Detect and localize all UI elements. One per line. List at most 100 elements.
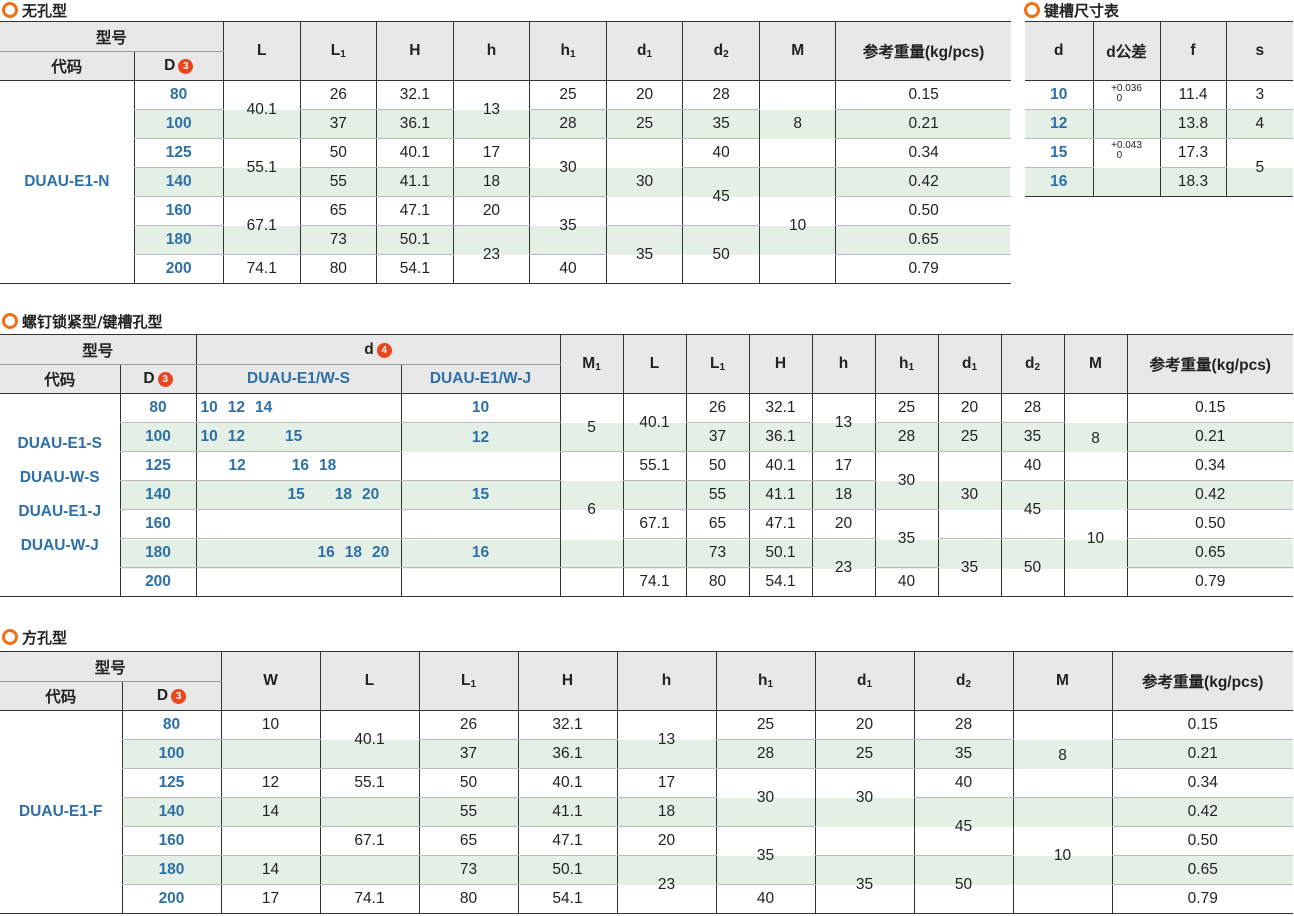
d2-value: 45 [913, 797, 1014, 856]
wj-empty [400, 567, 561, 597]
col-d1: d1 [814, 651, 915, 711]
d2-value: 50 [1000, 538, 1065, 597]
l1-value: 50 [418, 768, 519, 798]
col-d2: d2 [682, 21, 760, 81]
col-model: 型号 [0, 21, 224, 52]
d-value: 80 [121, 710, 222, 740]
h-big-value: 32.1 [517, 710, 618, 740]
weight-value: 0.34 [1111, 768, 1294, 798]
m-value: 8 [1063, 393, 1128, 481]
w-value: 14 [220, 797, 321, 827]
h1-value: 40 [874, 567, 939, 597]
l1-value: 65 [299, 196, 377, 226]
d-value: 200 [133, 254, 224, 284]
d1-value: 35 [606, 225, 683, 284]
d-value: 125 [133, 138, 224, 168]
l1-value: 65 [418, 826, 519, 856]
weight-value: 0.65 [1111, 855, 1294, 885]
h-big-value: 32.1 [375, 80, 454, 110]
m-value: 10 [759, 167, 836, 284]
col-code: 代码 [0, 681, 122, 711]
weight-value: 0.79 [1126, 567, 1294, 597]
h1-value: 28 [528, 109, 607, 139]
code-cell-group: DUAU-E1-S DUAU-W-S DUAU-E1-J DUAU-W-J [0, 393, 120, 597]
d1-value: 20 [606, 80, 683, 110]
d1-value: 30 [814, 768, 915, 856]
h-big-value: 47.1 [517, 826, 618, 856]
circle-bullet-icon [1024, 2, 1040, 18]
l1-value: 55 [418, 797, 519, 827]
keyslot-table: d d公差 f s 10 +0.036 0 11.4 3 12 13.8 4 1… [1025, 21, 1293, 197]
col-L1: L1 [299, 21, 377, 81]
h-value: 17 [811, 451, 876, 481]
w-value: 17 [220, 884, 321, 914]
h-big-value: 41.1 [375, 167, 454, 197]
weight-value: 0.50 [1126, 509, 1294, 539]
col-key-d: d [1025, 21, 1093, 81]
l1-value: 50 [685, 451, 750, 481]
key-tol-empty [1092, 109, 1160, 139]
col-weight: 参考重量(kg/pcs) [1126, 334, 1294, 394]
weight-value: 0.79 [1111, 884, 1294, 914]
h1-value: 25 [874, 393, 939, 423]
h1-value: 35 [715, 826, 816, 885]
d-value: 100 [121, 739, 222, 769]
col-h: h [811, 334, 876, 394]
col-L1: L1 [685, 334, 750, 394]
d-value: 80 [133, 80, 224, 110]
l-empty [622, 538, 687, 568]
col-L: L [622, 334, 687, 394]
d2-value: 45 [1000, 480, 1065, 539]
code-cell: DUAU-E1-F [0, 710, 122, 914]
col-d1: d1 [606, 21, 683, 81]
col-d2: d2 [913, 651, 1014, 711]
key-f-value: 13.8 [1159, 109, 1226, 139]
weight-value: 0.21 [1111, 739, 1294, 769]
screw-lock-table: 型号 d4 M1 L L1 H h h1 d1 d2 M 参考重量(kg/pcs… [0, 334, 1294, 597]
col-h: h [452, 21, 530, 81]
m-value: 8 [759, 80, 836, 168]
l1-value: 73 [685, 538, 750, 568]
d2-value: 28 [913, 710, 1014, 740]
l-value: 67.1 [222, 196, 301, 255]
col-wj: DUAU-E1/W-J [400, 364, 561, 394]
l-value: 40.1 [319, 710, 420, 769]
h1-value: 25 [528, 80, 607, 110]
code-cell: DUAU-E1-N [0, 80, 135, 284]
h-value: 17 [616, 768, 717, 798]
h-big-value: 32.1 [748, 393, 813, 423]
h-value: 17 [452, 138, 530, 168]
col-ws: DUAU-E1/W-S [195, 364, 402, 394]
key-d-value: 15 [1025, 138, 1093, 168]
d1-value: 35 [937, 538, 1002, 597]
h1-value: 30 [715, 768, 816, 827]
h1-value: 35 [528, 196, 607, 255]
key-s-value: 3 [1225, 80, 1293, 110]
key-s-value: 4 [1225, 109, 1293, 139]
code-label: DUAU-E1-S [17, 435, 102, 452]
wj-empty [400, 509, 561, 539]
key-f-value: 18.3 [1159, 167, 1226, 197]
weight-value: 0.42 [1111, 797, 1294, 827]
col-weight: 参考重量(kg/pcs) [1111, 651, 1294, 711]
l-value: 55.1 [622, 451, 687, 481]
section-title-keyslot: 键槽尺寸表 [1024, 0, 1119, 20]
ws-values: 10 12 14 [195, 393, 402, 423]
m-value: 10 [1012, 797, 1113, 914]
h1-value: 28 [715, 739, 816, 769]
ws-values: 10 12 15 [195, 422, 402, 452]
col-h: h [616, 651, 717, 711]
weight-value: 0.15 [1111, 710, 1294, 740]
d-value: 140 [121, 797, 222, 827]
h-big-value: 36.1 [517, 739, 618, 769]
d2-value: 28 [1000, 393, 1065, 423]
key-s-value: 5 [1225, 138, 1293, 197]
col-L: L [319, 651, 420, 711]
d2-value: 35 [913, 739, 1014, 769]
col-L: L [222, 21, 301, 81]
ws-empty [195, 509, 402, 539]
l-value: 55.1 [319, 768, 420, 798]
section-title-screw-lock: 螺钉锁紧型/键槽孔型 [2, 311, 162, 331]
key-tol-value: +0.036 0 [1092, 80, 1160, 110]
col-weight: 参考重量(kg/pcs) [835, 21, 1011, 81]
